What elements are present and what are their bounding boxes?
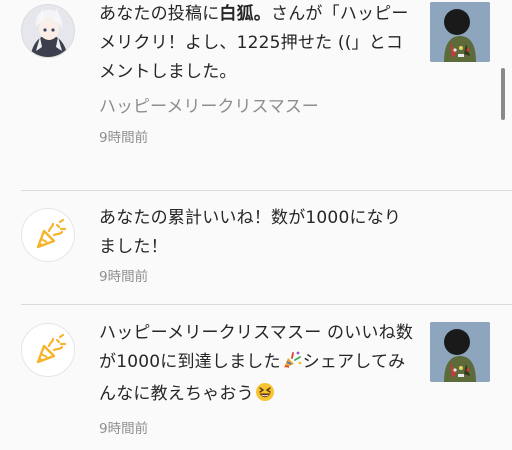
notification-timestamp: 9時間前	[99, 269, 149, 285]
post-thumbnail[interactable]	[430, 322, 490, 382]
party-popper-icon	[36, 218, 67, 249]
notification-body: あなたの累計いいね！数が1000になりました！ 9時間前	[99, 204, 417, 286]
post-thumbnail-illustration	[430, 2, 490, 62]
divider	[21, 304, 512, 305]
notification-timestamp: 9時間前	[99, 421, 149, 437]
notification-body: あなたの投稿に白狐。さんが「ハッピーメリクリ！よし、1225押せた ((」とコメ…	[99, 0, 417, 147]
notification-text: あなたの投稿に白狐。さんが「ハッピーメリクリ！よし、1225押せた ((」とコメ…	[99, 0, 417, 87]
party-popper-emoji-icon	[281, 350, 303, 380]
post-caption-quote: ハッピーメリークリスマスー	[99, 97, 319, 117]
party-avatar	[21, 208, 75, 262]
notification-feed: あなたの投稿に白狐。さんが「ハッピーメリクリ！よし、1225押せた ((」とコメ…	[0, 0, 512, 450]
notification-body: ハッピーメリークリスマスー のいいね数が1000に到達しました シェアしてみんなに…	[99, 319, 417, 438]
party-avatar	[21, 323, 75, 377]
post-thumbnail[interactable]	[430, 2, 490, 62]
notification-text-prefix: あなたの投稿に	[99, 4, 220, 24]
commenter-username[interactable]: 白狐。	[219, 4, 271, 24]
user-avatar[interactable]	[21, 4, 75, 58]
scrollbar[interactable]	[501, 68, 505, 120]
avatar-illustration	[22, 5, 74, 57]
post-thumbnail-illustration	[430, 322, 490, 382]
party-popper-icon	[36, 333, 67, 364]
divider	[21, 190, 512, 191]
notification-text: あなたの累計いいね！数が1000になりました！	[99, 208, 402, 257]
notification-text: ハッピーメリークリスマスー のいいね数が1000に到達しました シェアしてみんなに…	[99, 319, 417, 412]
notification-timestamp: 9時間前	[99, 130, 149, 146]
grinning-squinting-face-icon	[254, 382, 276, 412]
